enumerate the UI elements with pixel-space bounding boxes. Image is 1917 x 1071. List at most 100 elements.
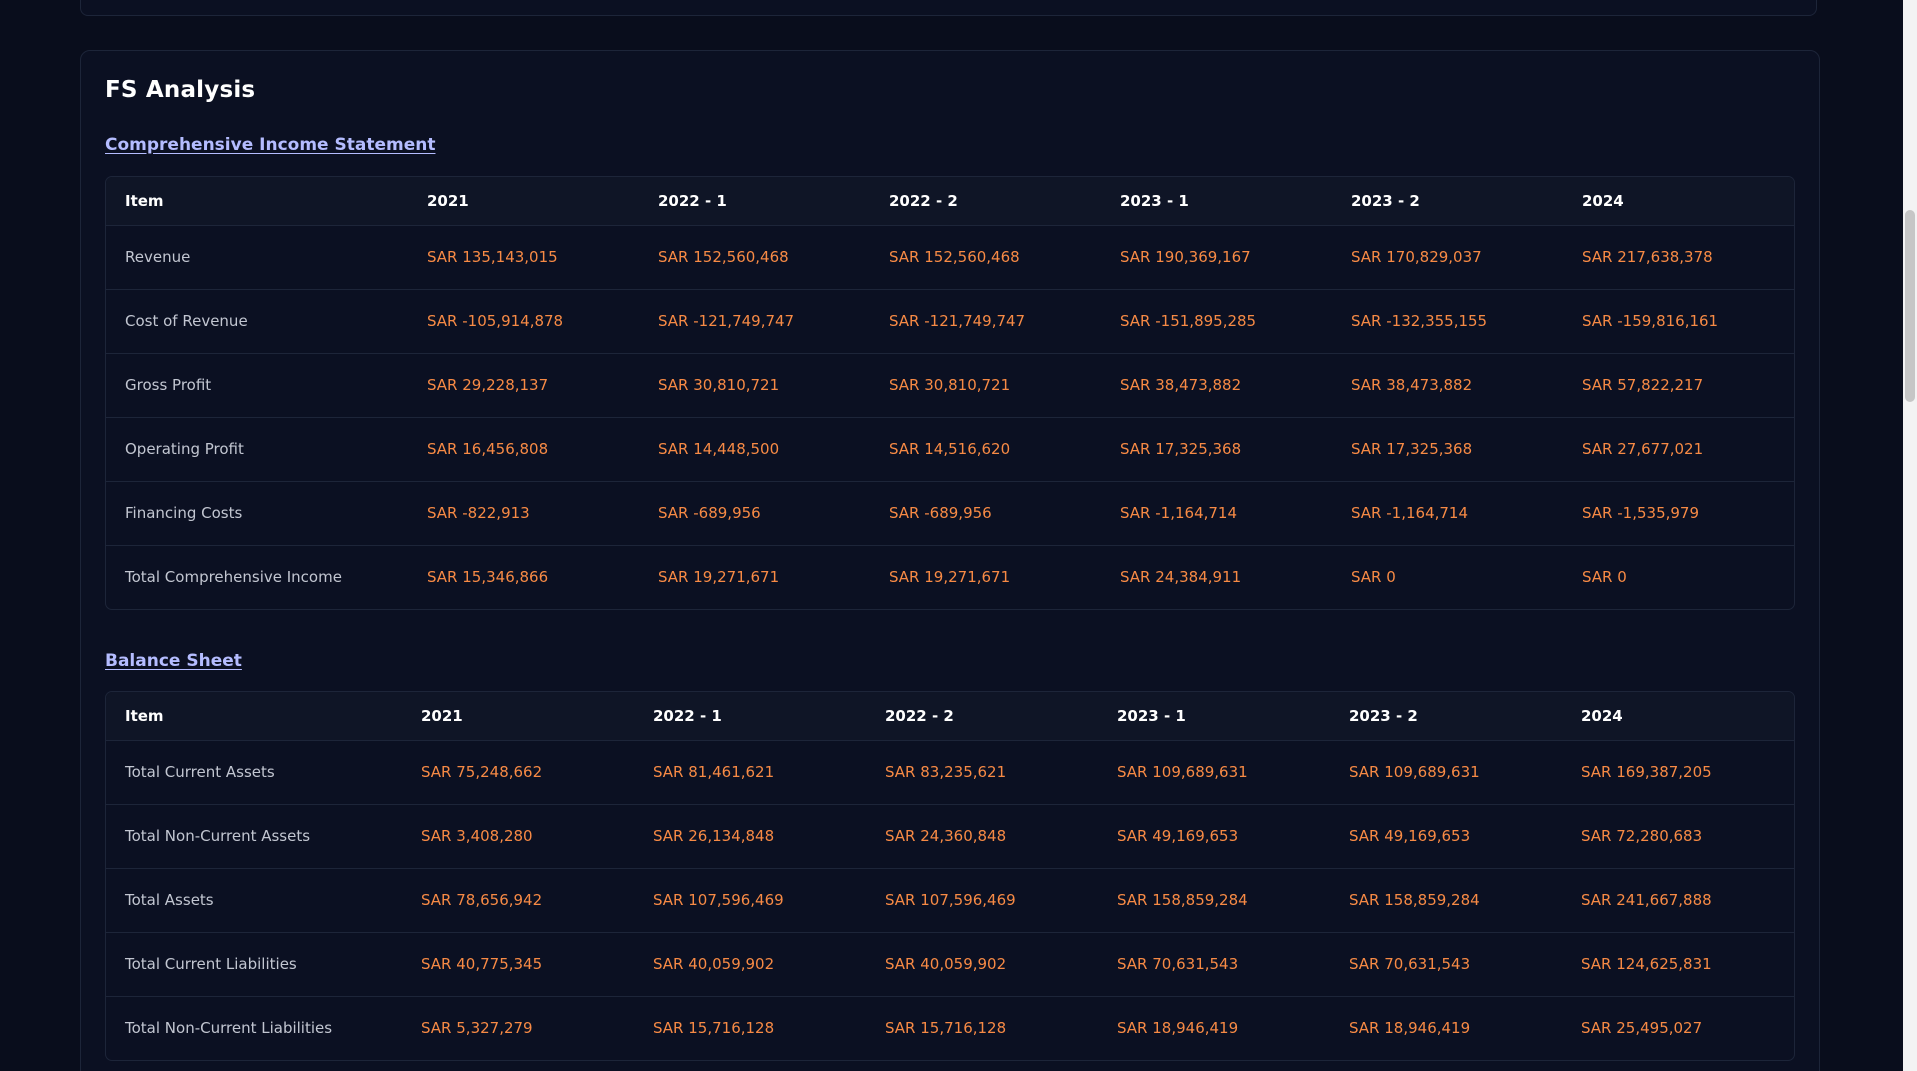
page: FS Analysis Comprehensive Income Stateme…	[0, 0, 1917, 1071]
cell-value: SAR 17,325,368	[1351, 440, 1473, 458]
cell-value: SAR -1,535,979	[1582, 504, 1700, 522]
row-item-label: Total Non-Current Liabilities	[125, 1019, 333, 1038]
table-row: Total Current Liabilities SAR 40,775,345…	[106, 932, 1794, 996]
table-row: Cost of Revenue SAR -105,914,878 SAR -12…	[106, 289, 1794, 353]
column-header: Item	[106, 177, 408, 226]
cell-value: SAR -1,164,714	[1120, 504, 1238, 522]
cell-value: SAR -121,749,747	[889, 312, 1026, 330]
cell-value: SAR 49,169,653	[1349, 827, 1471, 845]
column-header: 2023 - 2	[1330, 692, 1562, 741]
cell-value: SAR 75,248,662	[421, 763, 543, 781]
cell-value: SAR 40,059,902	[653, 955, 775, 973]
cell-value: SAR 0	[1351, 568, 1396, 587]
table-header-row: Item 2021 2022 - 1 2022 - 2 2023 - 1 202…	[106, 177, 1794, 226]
cell-value: SAR 25,495,027	[1581, 1019, 1703, 1038]
cell-value: SAR 30,810,721	[658, 376, 780, 394]
cell-value: SAR 109,689,631	[1117, 763, 1248, 781]
cell-value: SAR 107,596,469	[885, 891, 1016, 909]
cell-value: SAR 24,360,848	[885, 827, 1007, 845]
previous-card	[80, 0, 1817, 16]
cell-value: SAR 109,689,631	[1349, 763, 1480, 781]
cell-value: SAR 19,271,671	[889, 568, 1011, 587]
cell-value: SAR 190,369,167	[1120, 248, 1251, 266]
cell-value: SAR -151,895,285	[1120, 312, 1257, 330]
cell-value: SAR 30,810,721	[889, 376, 1011, 394]
row-item-label: Revenue	[125, 248, 191, 266]
column-header: 2023 - 1	[1101, 177, 1332, 226]
cell-value: SAR 15,716,128	[885, 1019, 1007, 1038]
cell-value: SAR 15,716,128	[653, 1019, 775, 1038]
cell-value: SAR -689,956	[889, 504, 992, 522]
column-header: 2022 - 2	[866, 692, 1098, 741]
cell-value: SAR 40,059,902	[885, 955, 1007, 973]
row-item-label: Total Current Liabilities	[125, 955, 297, 973]
column-header: 2022 - 1	[634, 692, 866, 741]
cell-value: SAR -105,914,878	[427, 312, 564, 330]
balance-sheet-link[interactable]: Balance Sheet	[105, 651, 242, 671]
cell-value: SAR 0	[1582, 568, 1627, 587]
cell-value: SAR 3,408,280	[421, 827, 533, 845]
cell-value: SAR -689,956	[658, 504, 761, 522]
cell-value: SAR 17,325,368	[1120, 440, 1242, 458]
income-statement-table: Item 2021 2022 - 1 2022 - 2 2023 - 1 202…	[105, 176, 1795, 610]
column-header: 2021	[408, 177, 639, 226]
table-row: Total Comprehensive Income SAR 15,346,86…	[106, 545, 1794, 609]
column-header: 2022 - 1	[639, 177, 870, 226]
cell-value: SAR 72,280,683	[1581, 827, 1703, 845]
cell-value: SAR 135,143,015	[427, 248, 558, 266]
balance-sheet-table: Item 2021 2022 - 1 2022 - 2 2023 - 1 202…	[105, 691, 1795, 1061]
table-header-row: Item 2021 2022 - 1 2022 - 2 2023 - 1 202…	[106, 692, 1794, 741]
column-header: 2024	[1563, 177, 1794, 226]
table-row: Gross Profit SAR 29,228,137 SAR 30,810,7…	[106, 353, 1794, 417]
row-item-label: Operating Profit	[125, 440, 244, 458]
cell-value: SAR 18,946,419	[1117, 1019, 1239, 1038]
scrollbar[interactable]	[1903, 0, 1917, 1071]
cell-value: SAR 170,829,037	[1351, 248, 1482, 266]
cell-value: SAR 29,228,137	[427, 376, 549, 394]
cell-value: SAR 169,387,205	[1581, 763, 1712, 781]
table-row: Total Non-Current Assets SAR 3,408,280 S…	[106, 804, 1794, 868]
cell-value: SAR -822,913	[427, 504, 530, 522]
column-header: 2023 - 2	[1332, 177, 1563, 226]
cell-value: SAR 14,448,500	[658, 440, 780, 458]
cell-value: SAR 26,134,848	[653, 827, 775, 845]
cell-value: SAR 152,560,468	[889, 248, 1020, 266]
column-header: Item	[106, 692, 402, 741]
cell-value: SAR 78,656,942	[421, 891, 543, 909]
cell-value: SAR 24,384,911	[1120, 568, 1242, 587]
table-row: Total Current Assets SAR 75,248,662 SAR …	[106, 740, 1794, 804]
cell-value: SAR 27,677,021	[1582, 440, 1704, 458]
column-header: 2024	[1562, 692, 1794, 741]
cell-value: SAR 15,346,866	[427, 568, 549, 587]
cell-value: SAR 57,822,217	[1582, 376, 1704, 394]
cell-value: SAR 217,638,378	[1582, 248, 1713, 266]
column-header: 2021	[402, 692, 634, 741]
cell-value: SAR -1,164,714	[1351, 504, 1469, 522]
cell-value: SAR 18,946,419	[1349, 1019, 1471, 1038]
cell-value: SAR 5,327,279	[421, 1019, 533, 1038]
scrollbar-thumb[interactable]	[1905, 210, 1915, 402]
row-item-label: Gross Profit	[125, 376, 212, 394]
row-item-label: Total Assets	[125, 891, 214, 909]
cell-value: SAR 158,859,284	[1349, 891, 1480, 909]
cell-value: SAR 124,625,831	[1581, 955, 1712, 973]
table-row: Revenue SAR 135,143,015 SAR 152,560,468 …	[106, 225, 1794, 289]
table-row: Total Non-Current Liabilities SAR 5,327,…	[106, 996, 1794, 1060]
cell-value: SAR 14,516,620	[889, 440, 1011, 458]
cell-value: SAR 83,235,621	[885, 763, 1007, 781]
cell-value: SAR 38,473,882	[1351, 376, 1473, 394]
cell-value: SAR -159,816,161	[1582, 312, 1719, 330]
cell-value: SAR 19,271,671	[658, 568, 780, 587]
row-item-label: Cost of Revenue	[125, 312, 248, 330]
cell-value: SAR 152,560,468	[658, 248, 789, 266]
row-item-label: Total Current Assets	[125, 763, 275, 781]
cell-value: SAR 49,169,653	[1117, 827, 1239, 845]
table-row: Operating Profit SAR 16,456,808 SAR 14,4…	[106, 417, 1794, 481]
income-statement-link[interactable]: Comprehensive Income Statement	[105, 135, 435, 155]
card-title: FS Analysis	[105, 77, 256, 103]
cell-value: SAR -121,749,747	[658, 312, 795, 330]
row-item-label: Total Comprehensive Income	[125, 568, 342, 587]
cell-value: SAR 16,456,808	[427, 440, 549, 458]
cell-value: SAR 38,473,882	[1120, 376, 1242, 394]
table-row: Financing Costs SAR -822,913 SAR -689,95…	[106, 481, 1794, 545]
